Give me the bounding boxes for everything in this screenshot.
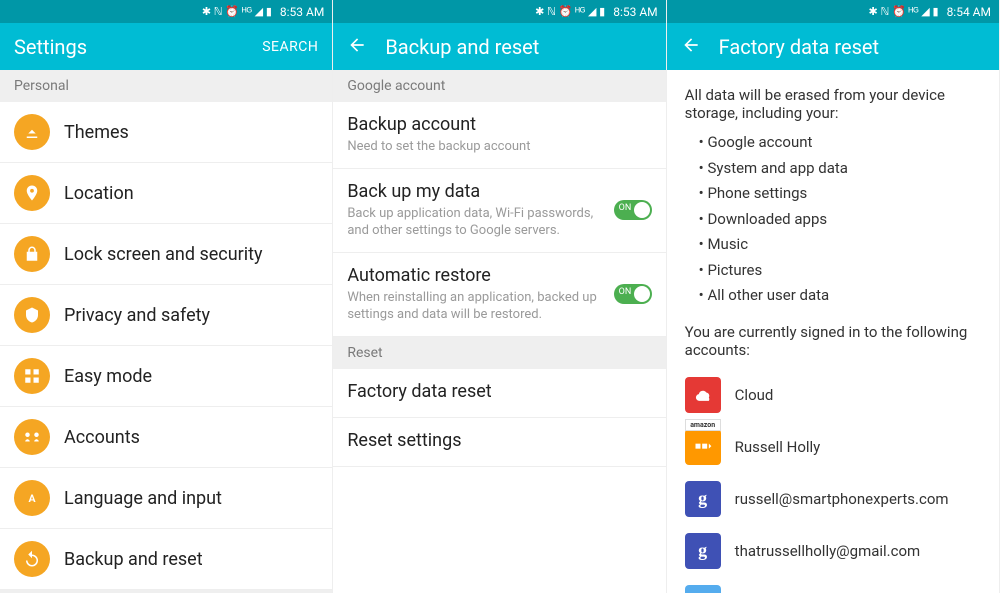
location-icon [14,175,50,211]
status-bar: ✱ ℕ ⏰ ᴴᴳ ◢ ▮ 8:54 AM [667,0,999,23]
row-primary: Reset settings [347,430,651,451]
bullet-item: System and app data [699,156,981,182]
backup-account-row[interactable]: Backup account Need to set the backup ac… [333,102,665,169]
amazon-app-icon [685,429,721,465]
automatic-restore-row: Automatic restore When reinstalling an a… [333,253,665,337]
settings-item-label: Privacy and safety [64,305,210,326]
account-row: russellholly [667,577,999,593]
section-google: Google account [333,70,665,102]
backup-icon [14,541,50,577]
status-bar: ✱ ℕ ⏰ ᴴᴳ ◢ ▮ 8:53 AM [0,0,332,23]
account-row: g russell@smartphonexperts.com [667,473,999,525]
twitter-app-icon [685,585,721,593]
location-row[interactable]: Location [0,163,332,224]
app-bar: Factory data reset [667,23,999,70]
app-bar: Settings SEARCH [0,23,332,70]
settings-item-label: Location [64,183,134,204]
status-time: 8:53 AM [280,5,324,19]
settings-item-label: Backup and reset [64,549,203,570]
backup-data-toggle[interactable]: ON [614,200,652,220]
status-icons: ✱ ℕ ⏰ ᴴᴳ ◢ ▮ [535,5,605,18]
row-secondary: When reinstalling an application, backed… [347,289,651,324]
account-label: Russell Holly [735,438,821,456]
account-label: russell@smartphonexperts.com [735,490,949,508]
language-icon: A [14,480,50,516]
status-icons: ✱ ℕ ⏰ ᴴᴳ ◢ ▮ [202,5,272,18]
erase-list: Google account System and app data Phone… [667,130,999,319]
account-label: thatrussellholly@gmail.com [735,542,921,560]
page-title: Backup and reset [385,35,651,59]
erase-intro: All data will be erased from your device… [667,70,999,130]
settings-list[interactable]: Personal Themes Location Lock screen and… [0,70,332,593]
factory-reset-screen: ✱ ℕ ⏰ ᴴᴳ ◢ ▮ 8:54 AM Factory data reset … [667,0,1000,593]
back-button[interactable] [347,35,367,59]
bullet-item: Google account [699,130,981,156]
section-reset: Reset [333,337,665,369]
factory-reset-content[interactable]: All data will be erased from your device… [667,70,999,593]
account-row: g thatrussellholly@gmail.com [667,525,999,577]
row-primary: Backup account [347,114,651,135]
status-time: 8:54 AM [947,5,991,19]
reset-settings-row[interactable]: Reset settings [333,418,665,467]
backup-reset-list[interactable]: Google account Backup account Need to se… [333,70,665,593]
status-bar: ✱ ℕ ⏰ ᴴᴳ ◢ ▮ 8:53 AM [333,0,665,23]
bullet-item: All other user data [699,283,981,309]
status-icons: ✱ ℕ ⏰ ᴴᴳ ◢ ▮ [869,5,939,18]
search-button[interactable]: SEARCH [262,39,318,55]
bullet-item: Pictures [699,258,981,284]
backup-reset-screen: ✱ ℕ ⏰ ᴴᴳ ◢ ▮ 8:53 AM Backup and reset Go… [333,0,666,593]
signed-in-text: You are currently signed in to the follo… [667,319,999,369]
accounts-row[interactable]: Accounts [0,407,332,468]
section-personal: Personal [0,70,332,102]
page-title: Factory data reset [719,35,985,59]
row-primary: Factory data reset [347,381,651,402]
page-title: Settings [14,35,262,59]
auto-restore-toggle[interactable]: ON [614,284,652,304]
status-time: 8:53 AM [613,5,657,19]
row-primary: Automatic restore [347,265,651,286]
privacy-icon [14,297,50,333]
account-label: Cloud [735,386,774,404]
cloud-app-icon [685,377,721,413]
easy-mode-row[interactable]: Easy mode [0,346,332,407]
bullet-item: Music [699,232,981,258]
back-button[interactable] [681,35,701,59]
row-primary: Back up my data [347,181,651,202]
settings-screen: ✱ ℕ ⏰ ᴴᴳ ◢ ▮ 8:53 AM Settings SEARCH Per… [0,0,333,593]
settings-item-label: Lock screen and security [64,244,263,265]
google-app-icon: g [685,481,721,517]
lock-screen-row[interactable]: Lock screen and security [0,224,332,285]
factory-reset-row[interactable]: Factory data reset [333,369,665,418]
bullet-item: Downloaded apps [699,207,981,233]
backup-my-data-row: Back up my data Back up application data… [333,169,665,253]
app-bar: Backup and reset [333,23,665,70]
account-row: Russell Holly [667,421,999,473]
lock-icon [14,236,50,272]
themes-row[interactable]: Themes [0,102,332,163]
svg-text:A: A [28,492,36,505]
settings-item-label: Accounts [64,427,140,448]
language-row[interactable]: A Language and input [0,468,332,529]
accounts-icon [14,419,50,455]
settings-item-label: Easy mode [64,366,152,387]
bullet-item: Phone settings [699,181,981,207]
account-row: Cloud [667,369,999,421]
easy-mode-icon [14,358,50,394]
backup-reset-row[interactable]: Backup and reset [0,529,332,590]
themes-icon [14,114,50,150]
row-secondary: Need to set the backup account [347,138,651,156]
row-secondary: Back up application data, Wi-Fi password… [347,205,651,240]
google-app-icon: g [685,533,721,569]
privacy-row[interactable]: Privacy and safety [0,285,332,346]
settings-item-label: Language and input [64,488,222,509]
settings-item-label: Themes [64,122,129,143]
